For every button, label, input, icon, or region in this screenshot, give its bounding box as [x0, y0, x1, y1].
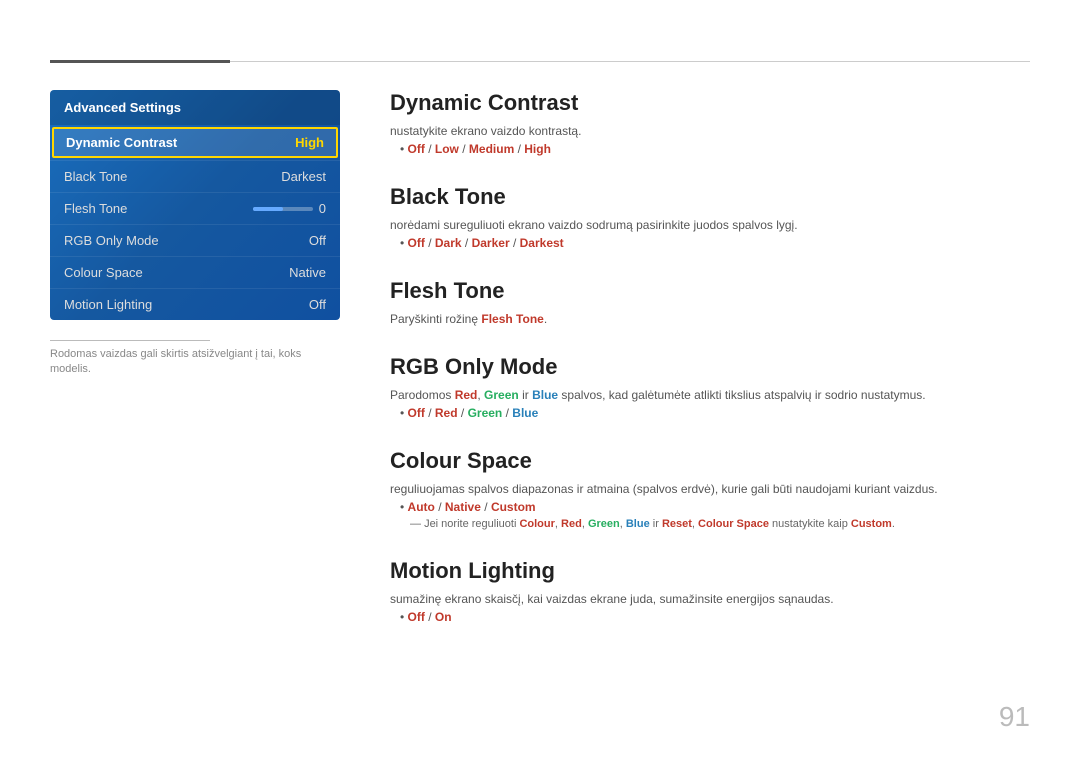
section-title-dynamic-contrast: Dynamic Contrast: [390, 90, 1030, 116]
menu-label-colour-space: Colour Space: [64, 265, 143, 280]
bullet-colour-space: Auto / Native / Custom: [390, 500, 1030, 514]
panel-note: Rodomas vaizdas gali skirtis atsižvelgia…: [50, 340, 340, 378]
section-black-tone: Black Tone norėdami sureguliuoti ekrano …: [390, 184, 1030, 250]
menu-item-dynamic-contrast[interactable]: Dynamic Contrast High: [52, 127, 338, 158]
menu-value-black-tone: Darkest: [281, 169, 326, 184]
panel-note-divider: [50, 340, 210, 341]
bullet-motion-lighting: Off / On: [390, 610, 1030, 624]
section-title-colour-space: Colour Space: [390, 448, 1030, 474]
top-line-dark: [50, 60, 230, 63]
top-line-light: [230, 61, 1030, 62]
menu-value-dynamic-contrast: High: [295, 135, 324, 150]
menu-value-rgb-only-mode: Off: [309, 233, 326, 248]
section-dynamic-contrast: Dynamic Contrast nustatykite ekrano vaiz…: [390, 90, 1030, 156]
right-content: Dynamic Contrast nustatykite ekrano vaiz…: [390, 90, 1030, 652]
menu-item-rgb-only-mode[interactable]: RGB Only Mode Off: [50, 224, 340, 256]
menu-label-motion-lighting: Motion Lighting: [64, 297, 152, 312]
bullet-black-tone: Off / Dark / Darker / Darkest: [390, 236, 1030, 250]
slider-track: [253, 207, 313, 211]
section-desc-colour-space: reguliuojamas spalvos diapazonas ir atma…: [390, 482, 1030, 496]
menu-item-colour-space[interactable]: Colour Space Native: [50, 256, 340, 288]
bullet-dynamic-contrast: Off / Low / Medium / High: [390, 142, 1030, 156]
slider-fill: [253, 207, 283, 211]
menu-item-black-tone[interactable]: Black Tone Darkest: [50, 160, 340, 192]
section-title-black-tone: Black Tone: [390, 184, 1030, 210]
section-desc-dynamic-contrast: nustatykite ekrano vaizdo kontrastą.: [390, 124, 1030, 138]
menu-value-colour-space: Native: [289, 265, 326, 280]
section-desc-rgb-only-mode: Parodomos Red, Green ir Blue spalvos, ka…: [390, 388, 1030, 402]
section-rgb-only-mode: RGB Only Mode Parodomos Red, Green ir Bl…: [390, 354, 1030, 420]
section-motion-lighting: Motion Lighting sumažinę ekrano skaisčį,…: [390, 558, 1030, 624]
section-title-flesh-tone: Flesh Tone: [390, 278, 1030, 304]
section-desc-motion-lighting: sumažinę ekrano skaisčį, kai vaizdas ekr…: [390, 592, 1030, 606]
menu-label-rgb-only-mode: RGB Only Mode: [64, 233, 159, 248]
menu-label-dynamic-contrast: Dynamic Contrast: [66, 135, 177, 150]
advanced-settings-box: Advanced Settings Dynamic Contrast High …: [50, 90, 340, 320]
menu-value-flesh-tone: 0: [319, 201, 326, 216]
menu-value-motion-lighting: Off: [309, 297, 326, 312]
section-flesh-tone: Flesh Tone Paryškinti rožinę Flesh Tone.: [390, 278, 1030, 326]
section-title-motion-lighting: Motion Lighting: [390, 558, 1030, 584]
box-header: Advanced Settings: [50, 90, 340, 125]
top-decorative-lines: [50, 60, 1030, 63]
sub-note-colour-space: Jei norite reguliuoti Colour, Red, Green…: [390, 518, 1030, 530]
section-colour-space: Colour Space reguliuojamas spalvos diapa…: [390, 448, 1030, 530]
menu-item-motion-lighting[interactable]: Motion Lighting Off: [50, 288, 340, 320]
section-title-rgb-only-mode: RGB Only Mode: [390, 354, 1030, 380]
panel-note-text: Rodomas vaizdas gali skirtis atsižvelgia…: [50, 348, 301, 375]
menu-item-flesh-tone[interactable]: Flesh Tone 0: [50, 192, 340, 224]
section-desc-black-tone: norėdami sureguliuoti ekrano vaizdo sodr…: [390, 218, 1030, 232]
menu-label-flesh-tone: Flesh Tone: [64, 201, 127, 216]
opt-off: Off: [408, 142, 425, 156]
menu-label-black-tone: Black Tone: [64, 169, 127, 184]
page-number: 91: [999, 701, 1030, 733]
flesh-tone-slider-container: 0: [253, 201, 326, 216]
bullet-rgb-only-mode: Off / Red / Green / Blue: [390, 406, 1030, 420]
left-panel: Advanced Settings Dynamic Contrast High …: [50, 90, 340, 378]
section-desc-flesh-tone: Paryškinti rožinę Flesh Tone.: [390, 312, 1030, 326]
